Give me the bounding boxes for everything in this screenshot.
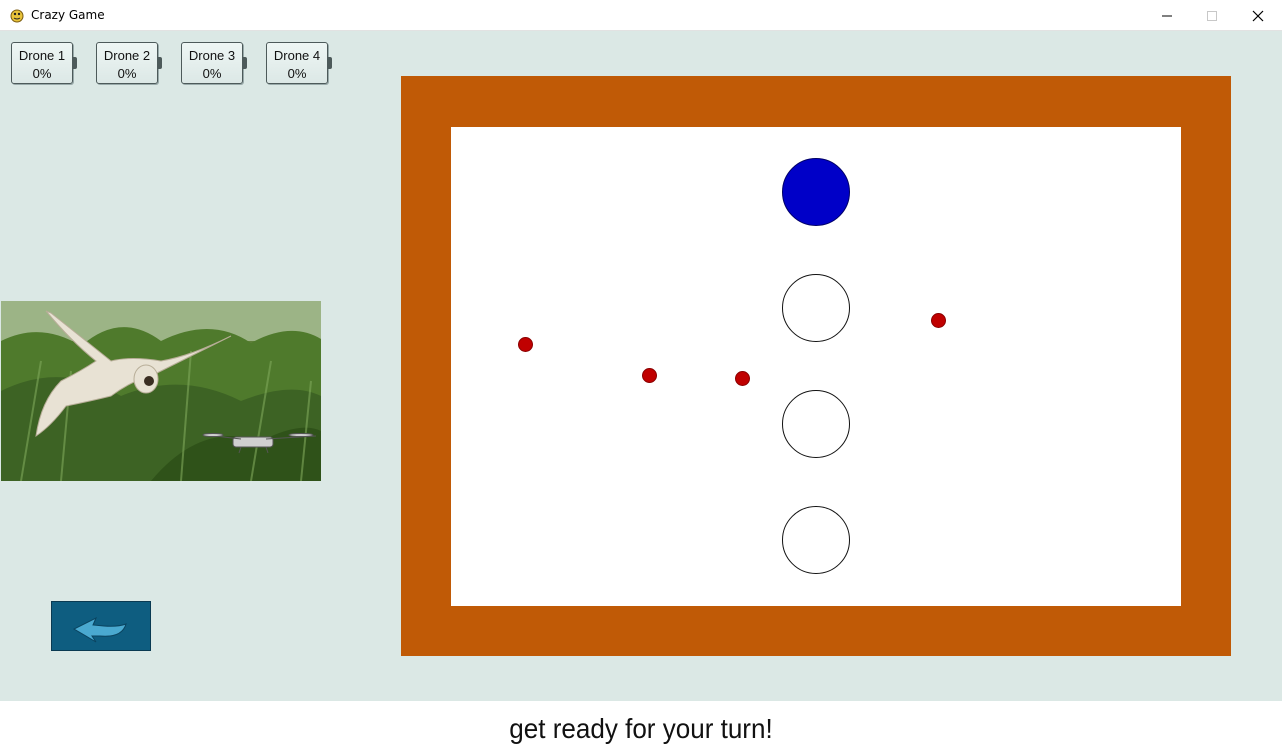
drone-2-battery-button[interactable]: Drone 2 0% xyxy=(96,42,162,84)
drone-name: Drone 2 xyxy=(103,48,151,63)
close-button[interactable] xyxy=(1235,0,1281,31)
back-button[interactable] xyxy=(51,601,151,651)
app-icon xyxy=(10,9,24,23)
red-dot xyxy=(518,337,533,352)
drone-charge: 0% xyxy=(287,66,307,81)
status-message: get ready for your turn! xyxy=(509,713,773,744)
battery-terminal xyxy=(328,57,332,69)
battery-terminal xyxy=(158,57,162,69)
drone-4-battery-button[interactable]: Drone 4 0% xyxy=(266,42,332,84)
target-slot[interactable] xyxy=(782,390,850,458)
target-slot[interactable] xyxy=(782,506,850,574)
red-dot xyxy=(735,371,750,386)
drone-name: Drone 4 xyxy=(273,48,321,63)
battery-terminal xyxy=(73,57,77,69)
drone-name: Drone 1 xyxy=(18,48,66,63)
close-icon xyxy=(1252,10,1264,22)
drone-charge: 0% xyxy=(32,66,52,81)
window-title: Crazy Game xyxy=(31,8,105,22)
drone-1-battery-button[interactable]: Drone 1 0% xyxy=(11,42,77,84)
red-dot xyxy=(642,368,657,383)
drone-3-battery-button[interactable]: Drone 3 0% xyxy=(181,42,247,84)
maximize-icon xyxy=(1207,11,1217,21)
status-bar: get ready for your turn! xyxy=(0,701,1282,752)
drone-charge: 0% xyxy=(117,66,137,81)
red-dot xyxy=(931,313,946,328)
minimize-button[interactable] xyxy=(1144,0,1190,31)
back-arrow-icon xyxy=(72,616,127,643)
drone-name: Drone 3 xyxy=(188,48,236,63)
target-slot[interactable] xyxy=(782,274,850,342)
minimize-icon xyxy=(1162,15,1172,17)
battery-terminal xyxy=(243,57,247,69)
title-bar: Crazy Game xyxy=(0,0,1282,31)
gibbon-drone-photo xyxy=(1,301,321,481)
maximize-button[interactable] xyxy=(1189,0,1235,31)
player-disc[interactable] xyxy=(782,158,850,226)
drone-charge: 0% xyxy=(202,66,222,81)
